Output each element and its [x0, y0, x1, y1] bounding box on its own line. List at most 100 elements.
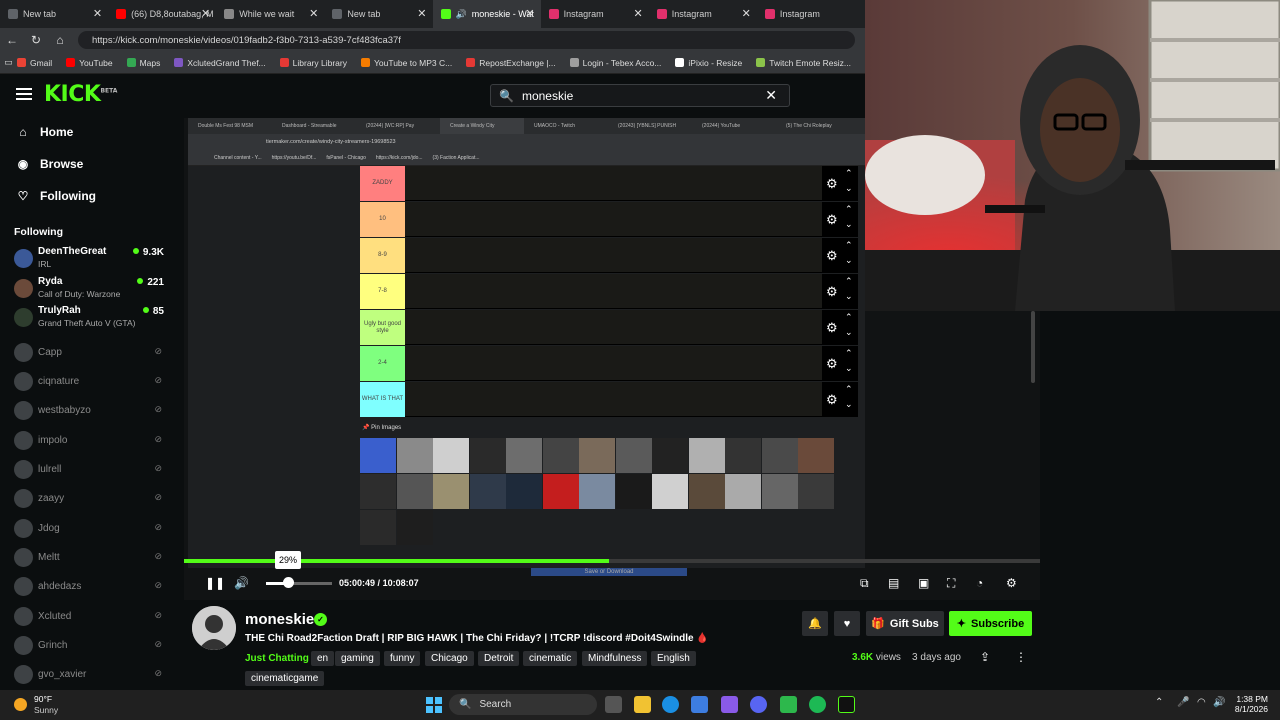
followed-channel-offline[interactable]: westbabyzo ⊘: [14, 398, 164, 424]
seek-bar[interactable]: [184, 559, 1040, 563]
tag[interactable]: funny: [384, 651, 421, 666]
tab-close-icon[interactable]: ✕: [742, 7, 751, 20]
taskbar-search[interactable]: 🔍 Search: [449, 694, 597, 715]
followed-channel-offline[interactable]: Grinch ⊘: [14, 633, 164, 659]
kick-logo[interactable]: KICKBETA: [44, 82, 117, 107]
app-icon[interactable]: [780, 696, 797, 713]
browser-tab[interactable]: New tab ✕: [324, 0, 432, 28]
followed-channel-offline[interactable]: Jdog ⊘: [14, 516, 164, 542]
reload-icon[interactable]: ↻: [24, 33, 48, 47]
followed-channel-offline[interactable]: gvo_xavier ⊘: [14, 662, 164, 688]
tab-close-icon[interactable]: ✕: [525, 7, 534, 20]
tab-close-icon[interactable]: ✕: [201, 7, 210, 20]
nav-following[interactable]: ♡ Following: [16, 189, 96, 203]
back-icon[interactable]: ←: [0, 33, 24, 47]
category-link[interactable]: Just Chatting: [245, 653, 309, 664]
discord-icon[interactable]: [750, 696, 767, 713]
channel-name[interactable]: moneskie: [245, 611, 314, 628]
fullscreen-icon[interactable]: ⛶: [947, 576, 955, 591]
microphone-icon[interactable]: 🎤: [1177, 697, 1189, 708]
follow-button[interactable]: ♥: [834, 611, 860, 636]
bookmark-item[interactable]: Login - Tebex Acco...: [569, 58, 661, 68]
copilot-icon[interactable]: [721, 696, 738, 713]
file-explorer-icon[interactable]: [634, 696, 651, 713]
settings-icon[interactable]: ⚙: [1006, 576, 1017, 590]
bookmark-item[interactable]: YouTube to MP3 C...: [360, 58, 452, 68]
browser-tab[interactable]: Instagram ✕: [541, 0, 649, 28]
bookmark-item[interactable]: Maps: [126, 58, 160, 68]
browser-tab[interactable]: While we wait ✕: [216, 0, 324, 28]
followed-channel-live[interactable]: TrulyRah Grand Theft Auto V (GTA) 85: [14, 305, 164, 331]
bookmark-item[interactable]: Twitch Emote Resiz...: [756, 58, 851, 68]
followed-channel-offline[interactable]: Capp ⊘: [14, 340, 164, 366]
theater-mode-icon[interactable]: ▤: [888, 576, 899, 590]
volume-icon[interactable]: 🔊: [234, 576, 249, 590]
followed-channel-offline[interactable]: lulrell ⊘: [14, 457, 164, 483]
share-icon[interactable]: ⇪: [980, 650, 990, 664]
notifications-button[interactable]: 🔔: [802, 611, 828, 636]
nav-browse[interactable]: ◉ Browse: [16, 157, 84, 171]
followed-channel-offline[interactable]: Meltt ⊘: [14, 545, 164, 571]
followed-channel-offline[interactable]: ahdedazs ⊘: [14, 574, 164, 600]
spotify-icon[interactable]: [809, 696, 826, 713]
url-input[interactable]: https://kick.com/moneskie/videos/019fadb…: [78, 31, 855, 49]
clip-icon[interactable]: ⧉: [860, 576, 869, 591]
wifi-icon[interactable]: ◠: [1197, 697, 1206, 708]
page-scrollbar[interactable]: [1031, 311, 1035, 383]
followed-channel-offline[interactable]: ciqnature ⊘: [14, 369, 164, 395]
home-icon[interactable]: ⌂: [48, 33, 72, 47]
browser-tab[interactable]: Instagram: [757, 0, 865, 28]
bookmark-item[interactable]: iPixio - Resize: [675, 58, 742, 68]
store-icon[interactable]: [691, 696, 708, 713]
tag[interactable]: gaming: [335, 651, 380, 666]
taskbar-clock[interactable]: 1:38 PM 8/1/2026: [1228, 694, 1268, 714]
speaker-tray-icon[interactable]: 🔊: [1213, 697, 1225, 708]
followed-channel-offline[interactable]: impolo ⊘: [14, 428, 164, 454]
tag[interactable]: Chicago: [425, 651, 474, 666]
bookmark-item[interactable]: XclutedGrand Thef...: [174, 58, 266, 68]
followed-channel-offline[interactable]: Xcluted ⊘: [14, 604, 164, 630]
pause-icon[interactable]: ❚❚: [205, 576, 225, 590]
followed-channel-live[interactable]: DeenTheGreat IRL 9.3K: [14, 246, 164, 272]
menu-icon[interactable]: [16, 88, 32, 100]
tab-close-icon[interactable]: ✕: [93, 7, 102, 20]
volume-slider-knob[interactable]: [283, 577, 294, 588]
followed-channel-live[interactable]: Ryda Call of Duty: Warzone 221: [14, 276, 164, 302]
bookmark-item[interactable]: Gmail: [16, 58, 52, 68]
tag[interactable]: cinematicgame: [245, 671, 325, 686]
windows-start-icon[interactable]: [426, 697, 442, 713]
browser-tab[interactable]: Instagram ✕: [649, 0, 757, 28]
apps-icon[interactable]: ▭: [0, 57, 17, 68]
tag[interactable]: Mindfulness: [582, 651, 648, 666]
browser-tab-active[interactable]: 🔊 moneskie - Wat ✕: [432, 0, 541, 28]
search-input[interactable]: 🔍 moneskie ✕: [490, 84, 790, 107]
followed-channel-offline[interactable]: zaayy ⊘: [14, 486, 164, 512]
nav-home[interactable]: ⌂ Home: [16, 125, 73, 139]
edge-icon[interactable]: [662, 696, 679, 713]
speaker-icon[interactable]: 🔊: [456, 9, 467, 20]
kick-app-icon[interactable]: [838, 696, 855, 713]
tab-close-icon[interactable]: ✕: [634, 7, 643, 20]
volume-slider[interactable]: [266, 582, 332, 585]
pip-icon[interactable]: ▣: [918, 576, 929, 590]
bookmark-item[interactable]: RepostExchange |...: [466, 58, 556, 68]
speed-icon[interactable]: ◔: [976, 576, 983, 590]
tag[interactable]: English: [651, 651, 696, 666]
browser-tab[interactable]: New tab ✕: [0, 0, 108, 28]
browser-tab[interactable]: (66) D8,8outabag, M ✕: [108, 0, 216, 28]
gift-subs-button[interactable]: 🎁 Gift Subs: [866, 611, 944, 636]
tab-close-icon[interactable]: ✕: [417, 7, 426, 20]
tab-close-icon[interactable]: ✕: [309, 7, 318, 20]
search-icon: 🔍: [499, 88, 514, 103]
subscribe-button[interactable]: ✦ Subscribe: [949, 611, 1032, 636]
channel-avatar[interactable]: [192, 606, 236, 650]
bookmark-item[interactable]: YouTube: [66, 58, 113, 68]
tag[interactable]: cinematic: [523, 651, 578, 666]
clear-search-icon[interactable]: ✕: [765, 87, 777, 104]
more-options-icon[interactable]: ⋮: [1015, 650, 1027, 664]
tray-chevron-icon[interactable]: ⌃: [1155, 697, 1163, 708]
task-view-icon[interactable]: [605, 696, 622, 713]
tag[interactable]: Detroit: [478, 651, 520, 666]
tag[interactable]: en: [311, 651, 335, 666]
bookmark-item[interactable]: Library Library: [279, 58, 347, 68]
